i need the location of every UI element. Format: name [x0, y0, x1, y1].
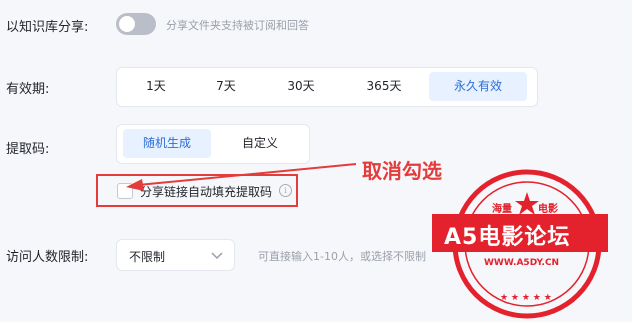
stamp-top-right: 电影 [538, 204, 558, 215]
annotation-arrow-icon [126, 163, 357, 191]
code-label: 提取码: [6, 142, 50, 157]
share-toggle[interactable] [116, 13, 156, 35]
stamp-banner-text: A5电影论坛 [444, 225, 571, 250]
svg-text:★ ★ ★ ★ ★: ★ ★ ★ ★ ★ [500, 293, 552, 303]
visitors-hint: 可直接输入1-10人，或选择不限制 [258, 250, 426, 263]
visitors-value: 不限制 [129, 250, 166, 264]
stamp-top-left: 海量 [492, 204, 512, 215]
validity-option-permanent[interactable]: 永久有效 [429, 72, 527, 101]
watermark-stamp: ★ ★ ★ ★ ★ 海量 电影 A5电影论坛 WWW.A5DY.CN [430, 168, 610, 320]
share-hint: 分享文件夹支持被订阅和回答 [166, 19, 309, 32]
code-option-custom[interactable]: 自定义 [217, 129, 303, 158]
code-selector: 随机生成 自定义 [116, 124, 310, 164]
visitors-select[interactable]: 不限制 [116, 239, 235, 271]
validity-option-7d[interactable]: 7天 [193, 72, 259, 101]
toggle-knob [119, 16, 135, 32]
validity-option-1d[interactable]: 1天 [123, 72, 189, 101]
chevron-down-icon [211, 252, 223, 260]
validity-option-365d[interactable]: 365天 [345, 72, 423, 101]
validity-label: 有效期: [6, 82, 50, 97]
stamp-url: WWW.A5DY.CN [484, 258, 560, 268]
stamp-banner: A5电影论坛 [432, 214, 608, 252]
validity-option-30d[interactable]: 30天 [265, 72, 337, 101]
validity-selector: 1天 7天 30天 365天 永久有效 [116, 67, 538, 107]
visitors-label: 访问人数限制: [6, 250, 89, 265]
share-label: 以知识库分享: [6, 20, 89, 35]
code-option-random[interactable]: 随机生成 [123, 129, 211, 158]
